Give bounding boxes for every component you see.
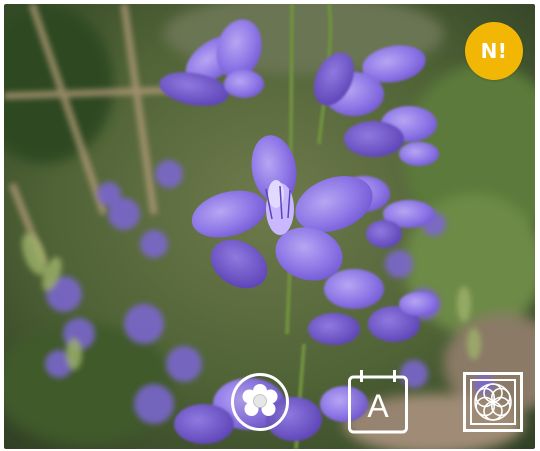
calendar-a-button[interactable]: A: [347, 369, 409, 435]
calendar-letter: A: [367, 388, 389, 424]
flower-of-life-icon: [474, 383, 512, 421]
camera-viewfinder: N! A: [4, 4, 535, 449]
pattern-mode-button[interactable]: [463, 372, 523, 432]
pattern-frame: [470, 379, 516, 425]
flower-icon: [242, 384, 278, 416]
notification-badge[interactable]: N!: [465, 22, 523, 80]
flower-mode-button[interactable]: [231, 373, 289, 431]
